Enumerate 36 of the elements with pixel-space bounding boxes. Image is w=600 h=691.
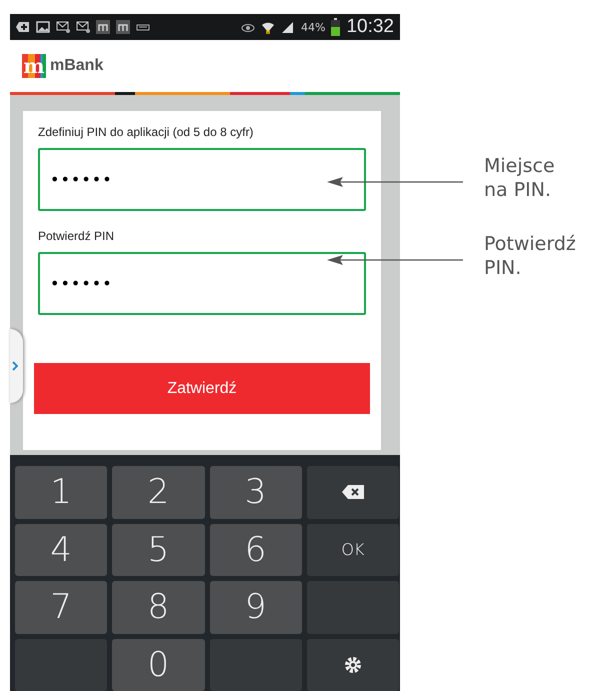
image-icon <box>36 20 50 34</box>
submit-button[interactable]: Zatwierdź <box>34 363 370 414</box>
pin-field[interactable]: •••••• <box>38 252 366 315</box>
ok-key[interactable]: OK <box>306 524 399 576</box>
backspace-icon <box>342 485 364 500</box>
digit-key[interactable]: 2 <box>112 466 204 518</box>
callout-text: Potwierdź PIN. <box>484 232 576 280</box>
drawer-handle[interactable] <box>10 329 23 403</box>
digit-key[interactable]: 4 <box>15 524 108 576</box>
field-label: Zdefiniuj PIN do aplikacji (od 5 do 8 cyfr) <box>38 125 254 141</box>
add-icon <box>16 20 30 34</box>
mail-icon <box>76 20 90 34</box>
mail-icon <box>56 20 70 34</box>
digit-key[interactable]: 7 <box>15 581 108 634</box>
settings-key[interactable] <box>306 638 399 691</box>
pin-field[interactable]: •••••• <box>38 148 366 211</box>
battery-icon <box>331 18 340 36</box>
digit-key[interactable]: 5 <box>112 524 204 576</box>
settings-icon <box>344 656 362 674</box>
wifi-icon <box>261 20 275 34</box>
digit-key[interactable]: 0 <box>112 638 204 691</box>
app-title: mBank <box>50 57 104 75</box>
clock-time: 10:32 <box>346 16 394 38</box>
digit-key[interactable]: 8 <box>112 581 204 634</box>
app-icon <box>96 20 110 34</box>
digit-key[interactable]: 9 <box>210 581 302 634</box>
digit-key[interactable]: 1 <box>15 466 108 518</box>
digit-key[interactable]: 3 <box>210 466 302 518</box>
chevron-icon <box>12 361 18 371</box>
battery-percent: 44% <box>301 20 326 34</box>
field-label: Potwierdź PIN <box>38 229 116 245</box>
backspace-key[interactable] <box>306 466 399 518</box>
app-icon <box>116 20 130 34</box>
digit-key[interactable]: 6 <box>210 524 302 576</box>
callout-text: Miejsce na PIN. <box>484 154 555 202</box>
signal-icon <box>281 20 295 34</box>
